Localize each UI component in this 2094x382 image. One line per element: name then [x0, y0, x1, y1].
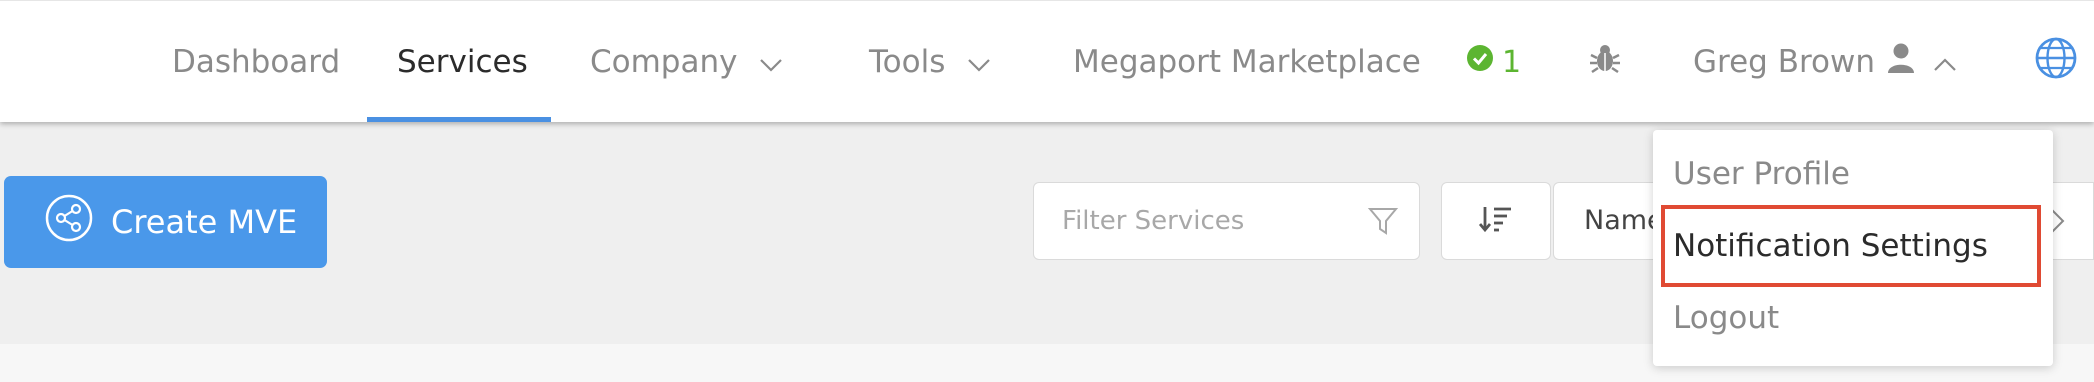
user-icon [1887, 42, 1915, 82]
nav-megaport-marketplace[interactable]: Megaport Marketplace [1073, 1, 1421, 123]
nav-dashboard-label: Dashboard [172, 44, 341, 80]
create-mve-label: Create MVE [111, 203, 298, 241]
status-count: 1 [1502, 44, 1522, 80]
menu-item-user-profile[interactable]: User Profile [1673, 156, 1850, 192]
chevron-down-icon [759, 44, 783, 80]
sort-by-value: Name [1584, 205, 1664, 236]
nav-company-label: Company [590, 44, 738, 80]
user-menu-toggle[interactable]: Greg Brown [1693, 1, 1957, 123]
nav-services-label: Services [397, 44, 528, 80]
nav-tools[interactable]: Tools [869, 1, 991, 123]
report-bug-button[interactable] [1588, 1, 1622, 123]
user-name: Greg Brown [1693, 44, 1875, 80]
chevron-down-icon [967, 44, 991, 80]
bug-icon [1588, 41, 1622, 83]
create-mve-button[interactable]: Create MVE [4, 176, 327, 268]
nav-marketplace-label: Megaport Marketplace [1073, 44, 1421, 80]
check-circle-icon [1466, 44, 1494, 80]
nav-tools-label: Tools [869, 44, 946, 80]
menu-item-logout[interactable]: Logout [1673, 300, 1779, 336]
user-dropdown-menu: User Profile Notification Settings Logou… [1653, 130, 2053, 366]
language-selector[interactable] [2034, 1, 2078, 123]
filter-services-input[interactable] [1062, 203, 1362, 239]
nav-company[interactable]: Company [590, 1, 783, 123]
nav-dashboard[interactable]: Dashboard [172, 1, 340, 123]
sort-direction-button[interactable] [1441, 182, 1551, 260]
sort-icon [1478, 204, 1513, 238]
globe-icon [2034, 36, 2078, 88]
status-indicator[interactable]: 1 [1466, 1, 1521, 123]
filter-services-field[interactable] [1033, 182, 1420, 260]
filter-icon[interactable] [1367, 205, 1399, 241]
active-tab-indicator [367, 117, 551, 122]
share-icon [45, 194, 93, 250]
highlight-box [1661, 205, 2041, 287]
top-navigation-bar: Dashboard Services Company Tools Megapor… [0, 0, 2094, 122]
chevron-up-icon [1933, 44, 1957, 80]
nav-services[interactable]: Services [397, 1, 528, 123]
